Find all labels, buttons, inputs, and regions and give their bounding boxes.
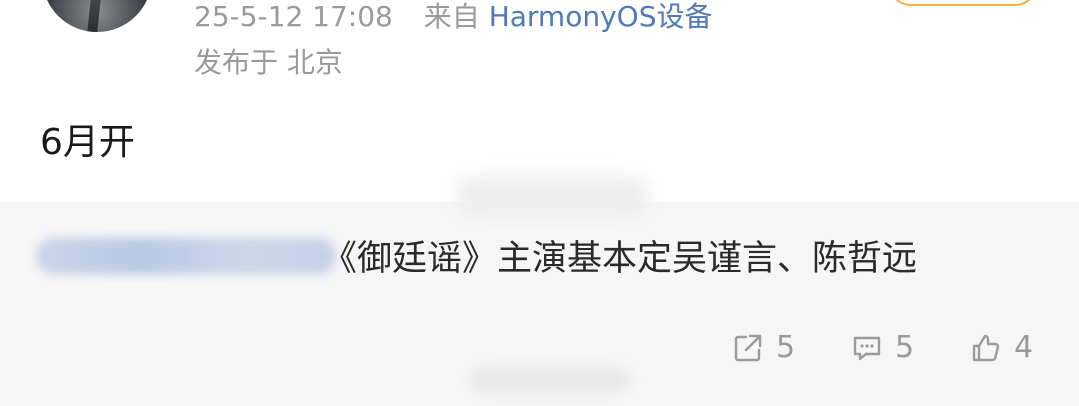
share-count: 5 — [776, 330, 796, 365]
repost-text: 《御廷谣》主演基本定吴谨言、陈哲远 — [322, 239, 918, 279]
like-button[interactable]: 4 — [970, 330, 1033, 366]
avatar-road-image — [87, 0, 107, 32]
share-button[interactable]: 5 — [732, 330, 795, 366]
blurred-region — [455, 176, 650, 216]
blurred-region-bottom — [470, 368, 630, 392]
follow-button[interactable] — [888, 0, 1038, 6]
post-meta: 25-5-12 17:08 来自 HarmonyOS设备 — [194, 0, 712, 34]
post-text: 6月开 — [40, 122, 135, 163]
avatar[interactable] — [42, 0, 152, 32]
like-count: 4 — [1014, 330, 1034, 365]
thumbs-up-icon — [972, 334, 1000, 362]
post-timestamp: 25-5-12 17:08 — [194, 0, 393, 33]
source-prefix: 来自 — [423, 0, 480, 33]
share-icon — [734, 334, 762, 362]
post-location: 发布于 北京 — [194, 46, 343, 79]
comment-button[interactable]: 5 — [851, 330, 914, 366]
comment-icon — [853, 336, 881, 361]
blurred-original-author — [36, 238, 336, 274]
weibo-post: 25-5-12 17:08 来自 HarmonyOS设备 发布于 北京 6月开 … — [0, 0, 1079, 406]
source-link[interactable]: HarmonyOS设备 — [489, 0, 713, 33]
comment-count: 5 — [895, 330, 915, 365]
